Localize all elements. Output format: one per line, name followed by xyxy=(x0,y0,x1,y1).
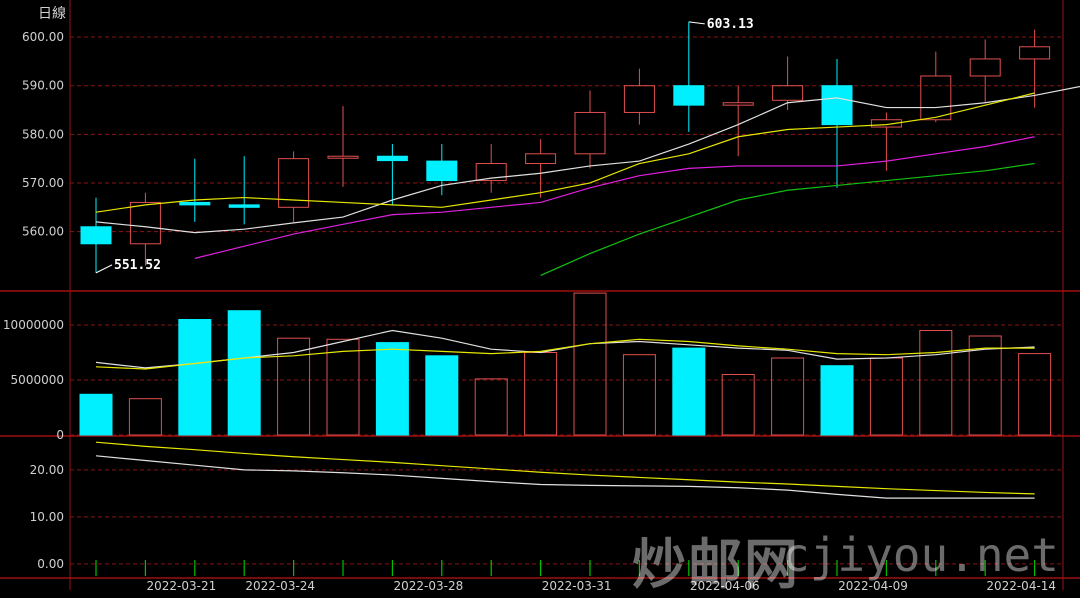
volume-bar-down xyxy=(79,393,113,436)
y-tick-label: 600.00 xyxy=(22,30,64,44)
x-tick-label: 2022-04-14 xyxy=(986,579,1056,593)
candle-down xyxy=(426,160,458,182)
candle-down xyxy=(821,85,853,126)
volume-bar-down xyxy=(672,347,706,436)
y-tick-label: 0.00 xyxy=(37,557,64,571)
volume-bar-down xyxy=(820,365,854,436)
high-annotation: 603.13 xyxy=(707,17,754,32)
chart-title: 日線 xyxy=(38,6,66,22)
x-tick-label: 2022-04-09 xyxy=(838,579,908,593)
x-tick-label: 2022-03-28 xyxy=(394,579,464,593)
candle-down xyxy=(80,226,112,245)
x-tick-label: 2022-03-21 xyxy=(147,579,217,593)
y-tick-label: 10.00 xyxy=(30,510,64,524)
y-tick-label: 20.00 xyxy=(30,463,64,477)
x-tick-label: 2022-03-31 xyxy=(542,579,612,593)
candle-down xyxy=(673,85,705,106)
x-tick-label: 2022-04-06 xyxy=(690,579,760,593)
volume-bar-down xyxy=(227,310,261,436)
volume-bar-down xyxy=(425,355,459,436)
y-tick-label: 570.00 xyxy=(22,176,64,190)
candle-down xyxy=(179,201,211,206)
candle-down xyxy=(228,204,260,208)
volume-bar-down xyxy=(375,342,409,436)
y-tick-label: 560.00 xyxy=(22,225,64,239)
y-tick-label: 0 xyxy=(56,428,64,442)
chart-background xyxy=(0,0,1080,598)
stock-chart: 日線 603.13 551.52 560.00 570.00 580.00 590.00… xyxy=(0,0,1080,598)
y-tick-label: 5000000 xyxy=(11,373,64,387)
x-tick-label: 2022-03-24 xyxy=(245,579,315,593)
volume-bar-down xyxy=(178,319,212,436)
y-tick-label: 590.00 xyxy=(22,79,64,93)
y-tick-label: 580.00 xyxy=(22,127,64,141)
y-tick-label: 10000000 xyxy=(3,318,64,332)
candle-down xyxy=(376,155,408,162)
low-annotation: 551.52 xyxy=(114,258,161,273)
